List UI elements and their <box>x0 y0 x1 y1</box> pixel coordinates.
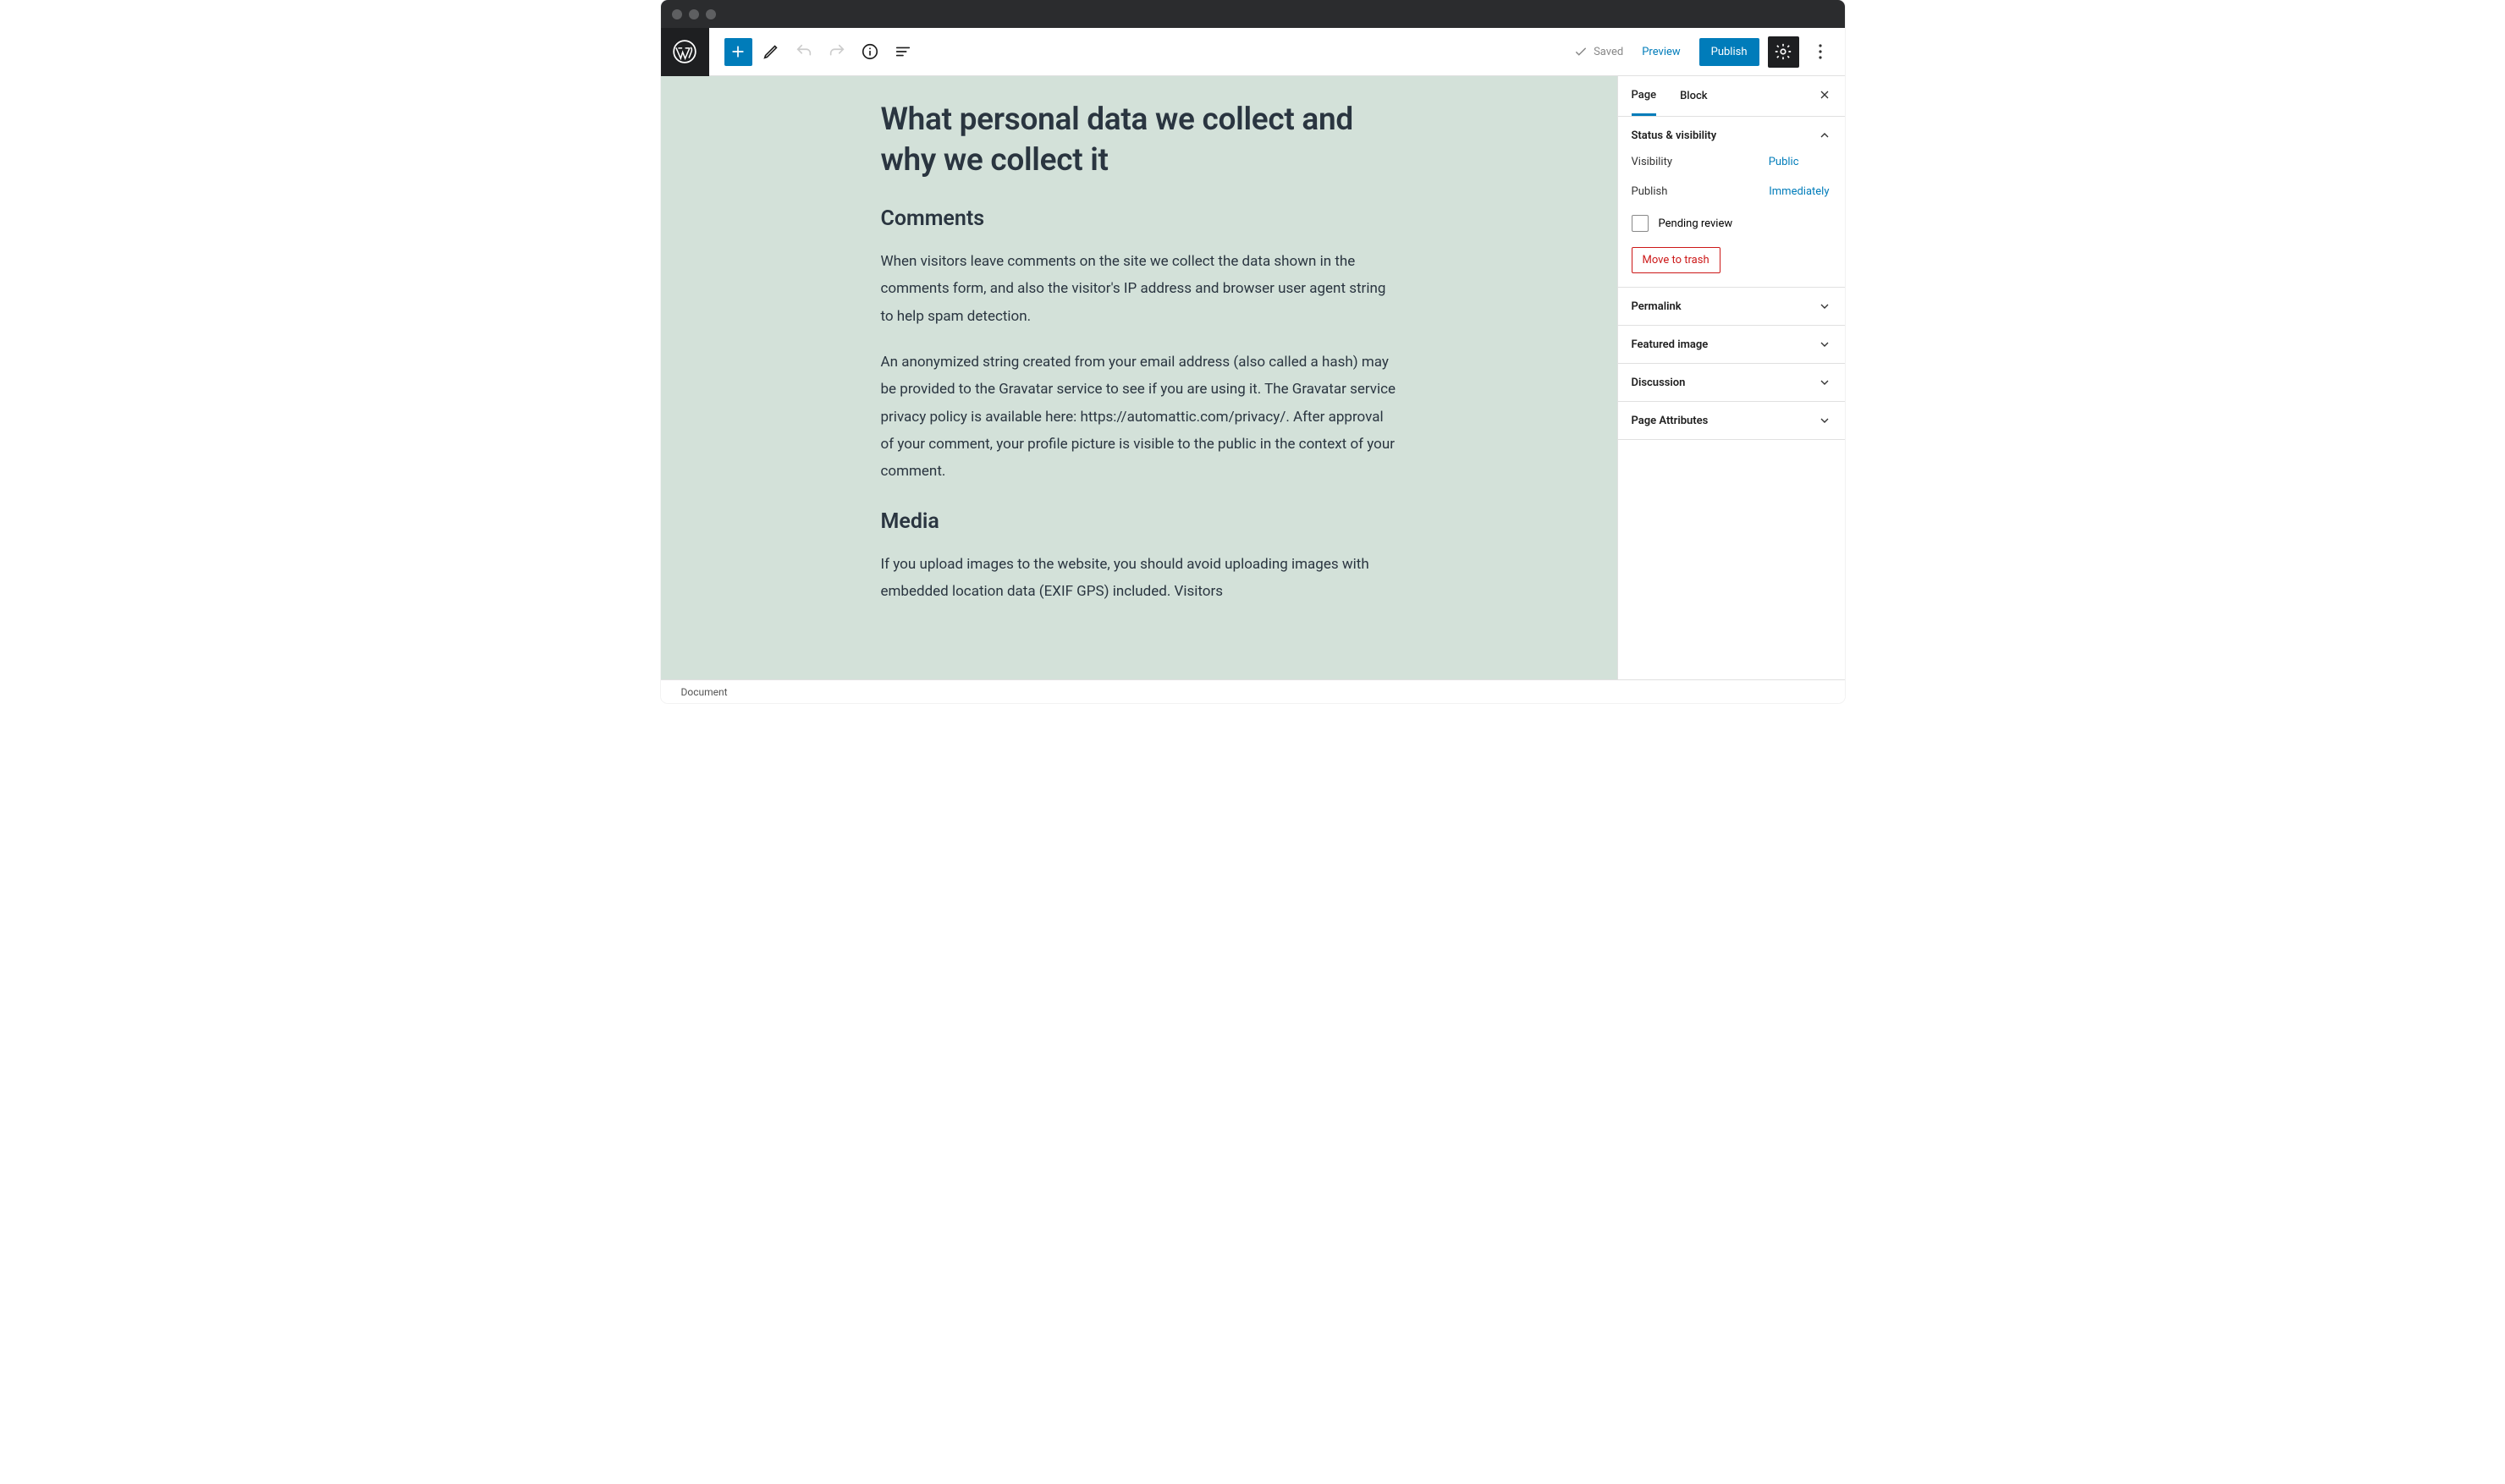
outline-button[interactable] <box>889 38 917 66</box>
chevron-down-icon <box>1818 300 1831 313</box>
panel-title: Page Attributes <box>1632 415 1709 427</box>
panel-title: Discussion <box>1632 376 1686 389</box>
more-options-button[interactable] <box>1808 44 1833 59</box>
editor-footer: Document <box>661 679 1845 703</box>
publish-label: Publish <box>1632 185 1668 198</box>
paragraph[interactable]: If you upload images to the website, you… <box>881 551 1397 606</box>
add-block-button[interactable] <box>724 38 752 66</box>
traffic-minimize[interactable] <box>689 9 699 19</box>
publish-button[interactable]: Publish <box>1699 38 1759 66</box>
visibility-label: Visibility <box>1632 156 1673 168</box>
panel-permalink: Permalink <box>1618 288 1845 326</box>
settings-button[interactable] <box>1768 36 1799 68</box>
page-heading[interactable]: What personal data we collect and why we… <box>881 100 1397 181</box>
panel-discussion: Discussion <box>1618 364 1845 402</box>
wordpress-logo[interactable] <box>661 28 709 76</box>
panel-status-visibility: Status & visibility Visibility Public Pu… <box>1618 117 1845 288</box>
traffic-close[interactable] <box>672 9 682 19</box>
settings-sidebar: Page Block Status & visibility Visibilit… <box>1617 76 1845 679</box>
panel-title: Status & visibility <box>1632 129 1717 142</box>
chevron-up-icon <box>1818 129 1831 142</box>
pending-review-label: Pending review <box>1659 217 1733 230</box>
sidebar-tabs: Page Block <box>1618 76 1845 117</box>
close-sidebar-button[interactable] <box>1818 88 1831 102</box>
panel-head-status[interactable]: Status & visibility <box>1618 117 1845 154</box>
close-icon <box>1818 88 1831 102</box>
chevron-down-icon <box>1818 414 1831 427</box>
panel-page-attributes: Page Attributes <box>1618 402 1845 440</box>
window-titlebar <box>661 0 1845 28</box>
tab-block[interactable]: Block <box>1680 90 1707 114</box>
traffic-maximize[interactable] <box>706 9 716 19</box>
move-to-trash-button[interactable]: Move to trash <box>1632 247 1720 273</box>
saved-status: Saved <box>1573 44 1623 59</box>
preview-button[interactable]: Preview <box>1632 39 1690 65</box>
pending-review-row: Pending review <box>1632 215 1831 232</box>
visibility-value[interactable]: Public <box>1769 156 1831 168</box>
panel-featured-image: Featured image <box>1618 326 1845 364</box>
breadcrumb[interactable]: Document <box>681 686 728 698</box>
section-title-comments[interactable]: Comments <box>881 206 1397 231</box>
publish-value[interactable]: Immediately <box>1769 185 1831 198</box>
check-icon <box>1573 44 1588 59</box>
editor-canvas[interactable]: What personal data we collect and why we… <box>661 76 1617 679</box>
panel-head-featured-image[interactable]: Featured image <box>1618 326 1845 363</box>
panel-title: Permalink <box>1632 300 1682 313</box>
paragraph[interactable]: When visitors leave comments on the site… <box>881 248 1397 330</box>
paragraph[interactable]: An anonymized string created from your e… <box>881 349 1397 485</box>
gear-icon <box>1774 42 1792 61</box>
edit-mode-button[interactable] <box>757 38 785 66</box>
chevron-down-icon <box>1818 376 1831 389</box>
publish-row: Publish Immediately <box>1632 185 1831 198</box>
visibility-row: Visibility Public <box>1632 156 1831 168</box>
section-title-media[interactable]: Media <box>881 509 1397 534</box>
panel-head-discussion[interactable]: Discussion <box>1618 364 1845 401</box>
pending-review-checkbox[interactable] <box>1632 215 1649 232</box>
info-button[interactable] <box>856 38 884 66</box>
undo-button[interactable] <box>790 38 818 66</box>
panel-head-permalink[interactable]: Permalink <box>1618 288 1845 325</box>
tab-page[interactable]: Page <box>1632 89 1657 116</box>
panel-title: Featured image <box>1632 338 1709 351</box>
editor-toolbar: Saved Preview Publish <box>661 28 1845 76</box>
redo-button[interactable] <box>823 38 851 66</box>
panel-head-page-attributes[interactable]: Page Attributes <box>1618 402 1845 439</box>
saved-label: Saved <box>1594 46 1623 58</box>
chevron-down-icon <box>1818 338 1831 351</box>
